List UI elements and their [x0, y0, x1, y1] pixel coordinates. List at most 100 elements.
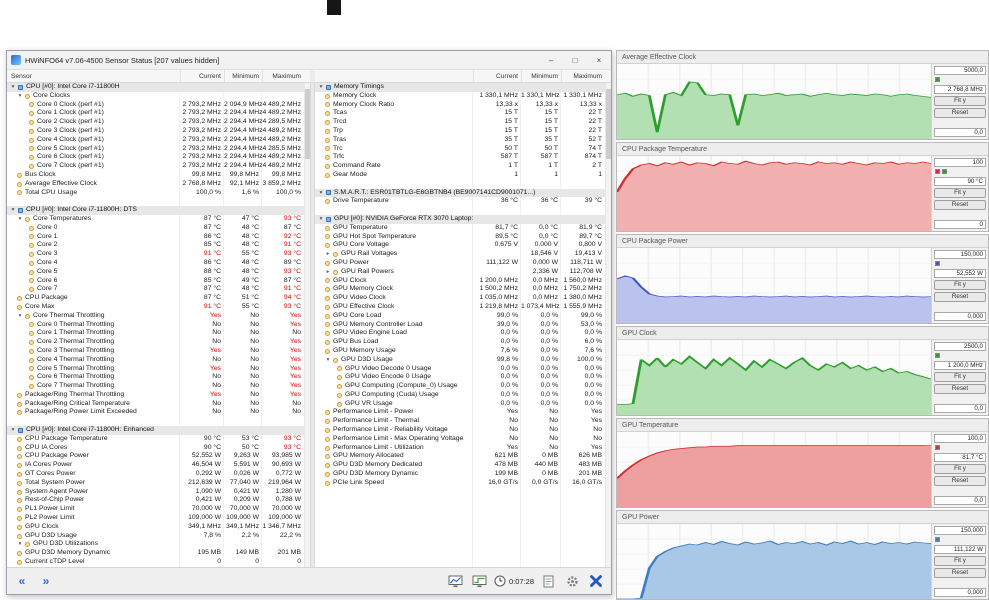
sensor-row[interactable]: ▸ GPU Rail Voltages 18,546 V 19,413 V [315, 250, 605, 259]
sensor-row[interactable]: Core 0 Clock (perf #1) 2 793,2 MHz 2 094,9… [7, 101, 304, 110]
sensor-row[interactable]: Core Max 91 °C 55 °C 93 °C [7, 303, 304, 312]
sensor-row[interactable]: GPU Video Clock 1 035,0 MHz 0,0 MHz 1 380,0… [315, 294, 605, 303]
sensor-row[interactable]: Core 0 Thermal Throttling No No Yes [7, 321, 304, 330]
sensor-row[interactable]: ▾ GPU D3D Usage 99,8 % 0,0 % 100,0 % [315, 356, 605, 365]
collapse-arrow-icon[interactable]: ▾ [17, 540, 23, 549]
graph-title[interactable]: GPU Clock [617, 327, 988, 340]
maximize-button[interactable]: □ [563, 51, 587, 69]
sensor-row[interactable]: Package/Ring Thermal Throttling Yes No Yes [7, 391, 304, 400]
collapse-arrow-icon[interactable]: ▾ [318, 83, 324, 92]
sensor-row[interactable]: GPU Computing (Cuda) Usage 0,0 % 0,0 % 0,0 … [315, 391, 605, 400]
column-header-current[interactable]: Current [180, 70, 224, 82]
column-header-maximum[interactable]: Maximum [262, 70, 304, 82]
graph-plot[interactable] [617, 248, 931, 323]
sensor-row[interactable]: PCIe Link Speed 16,0 GT/s 0,0 GT/s 16,0 GT/… [315, 479, 605, 488]
sensor-row[interactable]: ▾ GPU D3D Utilizations [7, 540, 304, 549]
left-panel-scrollbar[interactable] [304, 83, 310, 567]
sensor-row[interactable]: Core 5 88 °C 48 °C 93 °C [7, 268, 304, 277]
sensor-row[interactable]: GPU Core Load 99,0 % 0,0 % 99,0 % [315, 312, 605, 321]
fit-y-button[interactable]: Fit y [934, 464, 986, 474]
sensor-row[interactable]: GPU Memory Usage 7,6 % 0,0 % 7,6 % [315, 347, 605, 356]
sensor-row[interactable]: GPU Clock 1 200,0 MHz 0,0 MHz 1 560,0 MHz [315, 277, 605, 286]
sensor-row[interactable]: Trc 50 T 50 T 74 T [315, 145, 605, 154]
graph-title[interactable]: Average Effective Clock [617, 51, 988, 64]
sensor-row[interactable]: GPU D3D Memory Dynamic 199 MB 0 MB 201 MB [315, 470, 605, 479]
collapse-arrow-icon[interactable]: ▾ [10, 83, 16, 92]
sensor-row[interactable]: Drive Temperature 36 °C 36 °C 39 °C [315, 197, 605, 206]
column-header-current-2[interactable]: Current [473, 70, 521, 82]
sensor-row[interactable]: Core 6 Thermal Throttling No No Yes [7, 373, 304, 382]
graph-title[interactable]: CPU Package Power [617, 235, 988, 248]
expand-arrow-icon[interactable]: ▸ [325, 268, 331, 277]
sensor-row[interactable]: ▾ Core Clocks [7, 92, 304, 101]
sensor-row[interactable]: GPU Effective Clock 1 219,8 MHz 1 073,4 MH… [315, 303, 605, 312]
section-header-row[interactable]: ▾ GPU [#0]: NVIDIA GeForce RTX 3070 Lapto… [315, 214, 605, 224]
sensor-row[interactable]: GT Cores Power 0,292 W 0,026 W 0,772 W [7, 470, 304, 479]
collapse-arrow-icon[interactable]: ▾ [318, 215, 324, 224]
sensor-row[interactable]: System Agent Power 1,090 W 0,421 W 1,280 W [7, 488, 304, 497]
sensor-row[interactable]: PL1 Power Limit 70,000 W 70,000 W 70,000 W [7, 505, 304, 514]
sensor-row[interactable]: GPU Core Voltage 0,675 V 0,000 V 0,800 V [315, 241, 605, 250]
sensor-row[interactable]: Core 0 87 °C 48 °C 87 °C [7, 224, 304, 233]
sensor-row[interactable]: GPU Memory Controller Load 39,0 % 0,0 % 53,… [315, 321, 605, 330]
fit-y-button[interactable]: Fit y [934, 372, 986, 382]
expand-arrow-icon[interactable]: ▸ [325, 250, 331, 259]
sensor-row[interactable]: Package/Ring Critical Temperature No No No [7, 400, 304, 409]
graph-title[interactable]: GPU Power [617, 511, 988, 524]
section-header-row[interactable]: ▾ CPU [#0]: Intel Core i7-11800H: Enhance… [7, 426, 304, 435]
sensor-row[interactable]: CPU Package 87 °C 51 °C 94 °C [7, 294, 304, 303]
sensor-row[interactable]: Total CPU Usage 100,0 % 1,6 % 100,0 % [7, 189, 304, 198]
collapse-arrow-icon[interactable]: ▾ [17, 312, 23, 321]
sensor-row[interactable]: GPU Bus Load 0,0 % 0,0 % 6,0 % [315, 338, 605, 347]
sensor-row[interactable]: Current cTDP Level 0 0 0 [7, 558, 304, 567]
reset-button[interactable]: Reset [934, 476, 986, 486]
sensor-row[interactable]: GPU Computing (Compute_0) Usage 0,0 % 0,0 … [315, 382, 605, 391]
window-titlebar[interactable]: HWiNFO64 v7.06-4500 Sensor Status [207 v… [7, 51, 611, 70]
graph-plot[interactable] [617, 156, 931, 231]
collapse-arrow-icon[interactable]: ▾ [17, 215, 23, 224]
collapse-arrow-icon[interactable]: ▾ [318, 189, 324, 198]
shrink-columns-button[interactable]: « [12, 571, 32, 591]
sensor-row[interactable]: GPU Clock 349,1 MHz 349,1 MHz 1 346,7 MHz [7, 523, 304, 532]
graph-title[interactable]: CPU Package Temperature [617, 143, 988, 156]
sensor-row[interactable]: GPU Video Engine Load 0,0 % 0,0 % 0,0 % [315, 329, 605, 338]
scrollbar-thumb[interactable] [606, 89, 611, 159]
sensor-row[interactable]: CPU Package Power 52,552 W 9,263 W 93,985 W [7, 452, 304, 461]
logging-start-button[interactable] [538, 571, 558, 591]
sensor-row[interactable]: Performance Limit - Reliability Voltage N… [315, 426, 605, 435]
sensor-row[interactable]: ▾ Core Thermal Throttling Yes No Yes [7, 312, 304, 321]
column-header-sensor[interactable]: Sensor [7, 70, 180, 82]
sensor-row[interactable]: Performance Limit - Power Yes No Yes [315, 408, 605, 417]
collapse-arrow-icon[interactable]: ▾ [10, 206, 16, 215]
sensor-row[interactable]: GPU Memory Clock 1 500,2 MHz 0,0 MHz 1 750,… [315, 285, 605, 294]
sensor-row[interactable]: IA Cores Power 46,504 W 5,591 W 90,693 W [7, 461, 304, 470]
reset-button[interactable]: Reset [934, 200, 986, 210]
sensor-row[interactable]: Average Effective Clock 2 768,8 MHz 92,1 M… [7, 180, 304, 189]
fit-y-button[interactable]: Fit y [934, 96, 986, 106]
sensor-row[interactable]: Core 1 Clock (perf #1) 2 793,2 MHz 2 294,4… [7, 109, 304, 118]
sensor-row[interactable]: Core 4 Thermal Throttling No No Yes [7, 356, 304, 365]
sensor-row[interactable]: Trfc 587 T 587 T 874 T [315, 153, 605, 162]
sensor-row[interactable]: GPU Hot Spot Temperature 89,5 °C 0,0 °C 89,… [315, 233, 605, 242]
sensor-row[interactable]: Core 4 86 °C 48 °C 89 °C [7, 259, 304, 268]
reset-button[interactable]: Reset [934, 292, 986, 302]
collapse-arrow-icon[interactable]: ▾ [17, 92, 23, 101]
sensor-row[interactable]: Trcd 15 T 15 T 22 T [315, 118, 605, 127]
fit-y-button[interactable]: Fit y [934, 556, 986, 566]
sensor-row[interactable]: Core 3 91 °C 55 °C 93 °C [7, 250, 304, 259]
sensor-row[interactable]: GPU Video Encode 0 Usage 0,0 % 0,0 % 0,0 % [315, 373, 605, 382]
middle-panel-scrollbar[interactable] [605, 83, 611, 567]
sensor-row[interactable]: Core 1 86 °C 48 °C 92 °C [7, 233, 304, 242]
graph-plot[interactable] [617, 432, 931, 507]
scrollbar-thumb[interactable] [305, 89, 310, 159]
sensor-row[interactable]: GPU Power 111,122 W 0,000 W 118,711 W [315, 259, 605, 268]
fit-y-button[interactable]: Fit y [934, 188, 986, 198]
graph-window-button[interactable] [446, 571, 466, 591]
sensor-row[interactable]: CPU IA Cores 90 °C 50 °C 93 °C [7, 444, 304, 453]
sensor-row[interactable]: Core 5 Thermal Throttling Yes No Yes [7, 365, 304, 374]
sensor-row[interactable]: Core 3 Thermal Throttling Yes No Yes [7, 347, 304, 356]
sensor-row[interactable]: Memory Clock 1 330,1 MHz 1 330,1 MHz 1 330,… [315, 92, 605, 101]
sensor-row[interactable]: Performance Limit - Utilization Yes No Yes [315, 444, 605, 453]
collapse-arrow-icon[interactable]: ▾ [325, 356, 331, 365]
sensor-row[interactable]: Core 6 85 °C 49 °C 87 °C [7, 277, 304, 286]
